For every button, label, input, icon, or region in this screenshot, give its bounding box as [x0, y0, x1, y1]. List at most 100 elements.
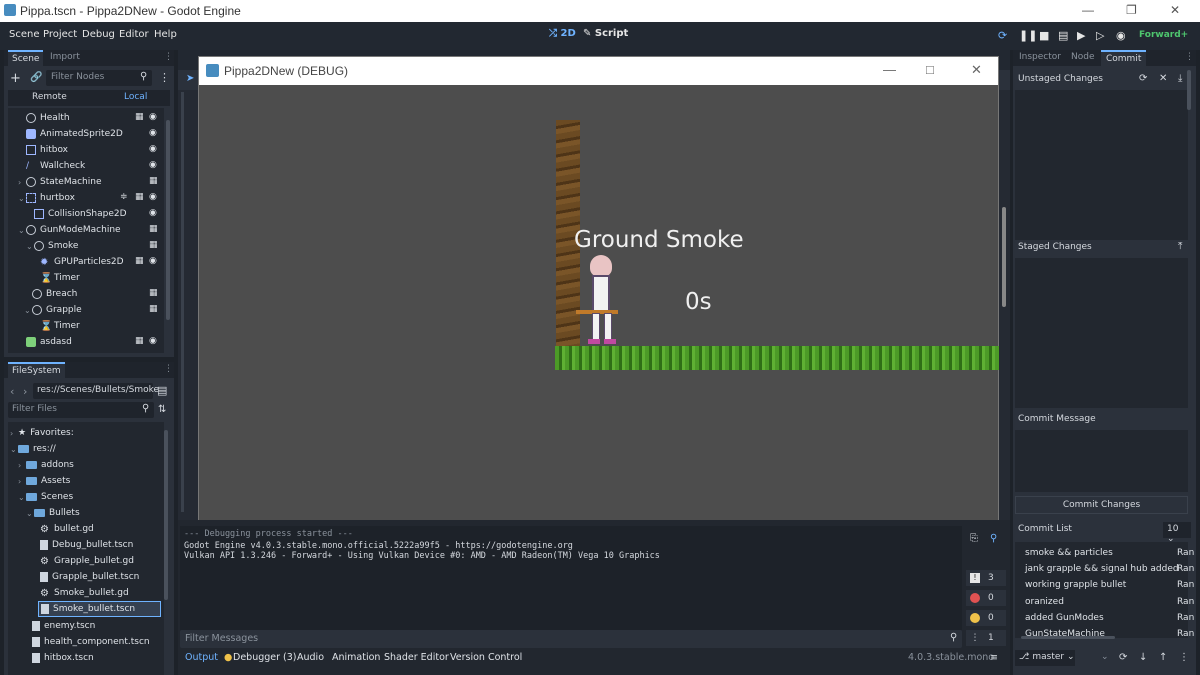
folder-item[interactable]: ⌄ Bullets — [26, 505, 80, 521]
folder-item[interactable]: ⌄ res:// — [10, 441, 56, 457]
pause-icon[interactable]: ❚❚ — [1019, 29, 1037, 42]
expand-icon[interactable]: › — [18, 461, 26, 470]
visibility-eye-icon[interactable]: ◉ — [149, 208, 157, 218]
select-tool-icon[interactable]: ➤ — [186, 73, 194, 84]
unstage-all-icon[interactable]: ⤒ — [1178, 241, 1182, 252]
play-scene-icon[interactable]: ▶ — [1077, 29, 1085, 42]
file-item[interactable]: hitbox.tscn — [32, 650, 94, 666]
tab-output[interactable]: Output — [185, 652, 218, 663]
visibility-eye-icon[interactable]: ◉ — [149, 128, 157, 138]
script-icon[interactable]: ▦ — [135, 112, 144, 122]
filter-nodes-input[interactable]: Filter Nodes ⚲ — [46, 70, 152, 86]
forward-arrow-icon[interactable]: › — [23, 385, 27, 398]
commit-message-input[interactable] — [1015, 430, 1188, 492]
commit-row[interactable]: GunStateMachine — [1025, 629, 1105, 639]
tree-item[interactable]: ⌄ GunModeMachine — [18, 222, 121, 238]
movie-icon[interactable]: ▤ — [1058, 29, 1068, 42]
tree-item[interactable]: ⌄ Smoke — [26, 238, 78, 254]
menu-help[interactable]: Help — [154, 29, 177, 40]
close-icon[interactable]: ✕ — [1170, 3, 1180, 17]
scene-options-icon[interactable]: ⋮ — [159, 71, 170, 84]
stop-icon[interactable]: ■ — [1039, 29, 1049, 42]
message-filter-button[interactable]: ⋮ 1 — [966, 630, 1006, 646]
warning-filter-button[interactable]: 0 — [966, 610, 1006, 626]
tab-animation[interactable]: Animation — [332, 652, 380, 663]
file-item[interactable]: Grapple_bullet.tscn — [40, 569, 139, 585]
filter-files-input[interactable]: Filter Files ⚲ — [8, 402, 154, 418]
visibility-eye-icon[interactable]: ◉ — [149, 192, 157, 202]
file-item[interactable]: enemy.tscn — [32, 618, 95, 634]
movie-maker-icon[interactable]: ◉ — [1116, 29, 1126, 42]
tree-item[interactable]: ∕ Wallcheck — [26, 158, 85, 174]
toggle-bottom-panel-icon[interactable]: ≡ — [990, 652, 998, 663]
local-tab[interactable]: Local — [124, 92, 147, 102]
file-item-selected[interactable]: Smoke_bullet.tscn — [38, 601, 161, 617]
sort-icon[interactable]: ⇅ — [158, 404, 166, 415]
right-dock-scrollbar[interactable] — [1187, 70, 1191, 110]
script-icon[interactable]: ▦ — [149, 176, 158, 186]
maximize-icon[interactable]: □ — [926, 62, 934, 77]
tree-item[interactable]: ✹ GPUParticles2D — [40, 254, 124, 270]
tree-item[interactable]: asdasd — [26, 334, 72, 350]
tree-item[interactable]: hitbox — [26, 142, 68, 158]
workspace-2d-button[interactable]: ⤮ 2D — [549, 28, 576, 39]
tree-item[interactable]: Breach — [32, 286, 77, 302]
close-icon[interactable]: ✕ — [971, 62, 982, 78]
remote-debug-icon[interactable]: ⟳ — [998, 29, 1007, 42]
script-icon[interactable]: ▦ — [149, 304, 158, 314]
game-window[interactable]: Pippa2DNew (DEBUG) — □ ✕ Ground Smoke 0s — [198, 56, 1006, 534]
copy-icon[interactable]: ⎘ — [970, 533, 978, 544]
branch-select[interactable]: ⎇ master ⌄ — [1015, 650, 1075, 666]
tab-inspector[interactable]: Inspector — [1019, 52, 1061, 62]
scene-tree-scrollbar[interactable] — [166, 120, 170, 320]
menu-project[interactable]: Project — [43, 29, 77, 40]
collapse-icon[interactable]: ⌄ — [24, 306, 32, 315]
tree-item[interactable]: ⌛ Timer — [40, 270, 80, 286]
tab-commit[interactable]: Commit — [1101, 50, 1147, 66]
discard-icon[interactable]: ✕ — [1159, 73, 1167, 84]
remote-options-icon[interactable]: ⋮ — [1179, 652, 1189, 663]
tab-shader-editor[interactable]: Shader Editor — [384, 652, 449, 663]
tree-item[interactable]: › StateMachine — [18, 174, 102, 190]
renderer-button[interactable]: Forward+ — [1139, 30, 1188, 40]
file-item[interactable]: ⚙ Grapple_bullet.gd — [40, 553, 134, 569]
dock-menu-icon[interactable]: ⋮ — [1185, 52, 1194, 62]
workspace-script-button[interactable]: ✎ Script — [583, 28, 628, 39]
visibility-eye-icon[interactable]: ◉ — [149, 336, 157, 346]
folder-item[interactable]: ⌄ Scenes — [18, 489, 73, 505]
link-icon[interactable]: 🔗 — [30, 72, 42, 83]
collapse-icon[interactable]: ⌄ — [10, 445, 18, 454]
pull-icon[interactable]: ↓ — [1139, 652, 1147, 663]
file-item[interactable]: health_component.tscn — [32, 634, 150, 650]
collapse-icon[interactable]: ⌄ — [26, 509, 34, 518]
restore-icon[interactable]: ❐ — [1126, 3, 1137, 17]
remote-select-chevron-icon[interactable]: ⌄ — [1101, 652, 1109, 662]
tree-item[interactable]: ⌄ Grapple — [24, 302, 82, 318]
script-icon[interactable]: ▦ — [149, 288, 158, 298]
script-icon[interactable]: ▦ — [149, 224, 158, 234]
tab-import[interactable]: Import — [50, 52, 80, 62]
commit-row[interactable]: smoke && particles — [1025, 548, 1113, 558]
commit-row[interactable]: oranized — [1025, 597, 1064, 607]
commit-row[interactable]: working grapple bullet — [1025, 580, 1126, 590]
commit-changes-button[interactable]: Commit Changes — [1015, 496, 1188, 514]
filter-messages-input[interactable]: Filter Messages ⚲ — [180, 630, 962, 648]
expand-icon[interactable]: › — [18, 178, 26, 187]
split-view-icon[interactable]: ▤ — [157, 384, 167, 397]
tab-scene[interactable]: Scene — [8, 50, 44, 66]
play-custom-icon[interactable]: ▷ — [1096, 29, 1104, 42]
menu-scene[interactable]: Scene — [9, 29, 40, 40]
collapse-icon[interactable]: ⌄ — [26, 242, 34, 251]
tree-item[interactable]: CollisionShape2D — [34, 206, 127, 222]
folder-item[interactable]: › addons — [18, 457, 74, 473]
tree-item[interactable]: AnimatedSprite2D — [26, 126, 123, 142]
file-item[interactable]: Debug_bullet.tscn — [40, 537, 133, 553]
minimize-icon[interactable]: — — [1082, 3, 1094, 17]
collapse-icon[interactable]: ⌄ — [18, 493, 26, 502]
visibility-eye-icon[interactable]: ◉ — [149, 144, 157, 154]
menu-editor[interactable]: Editor — [119, 29, 149, 40]
visibility-eye-icon[interactable]: ◉ — [149, 256, 157, 266]
dock-menu-icon[interactable]: ⋮ — [164, 52, 173, 62]
error2-filter-button[interactable]: 0 — [966, 590, 1006, 606]
expand-icon[interactable]: › — [18, 477, 26, 486]
